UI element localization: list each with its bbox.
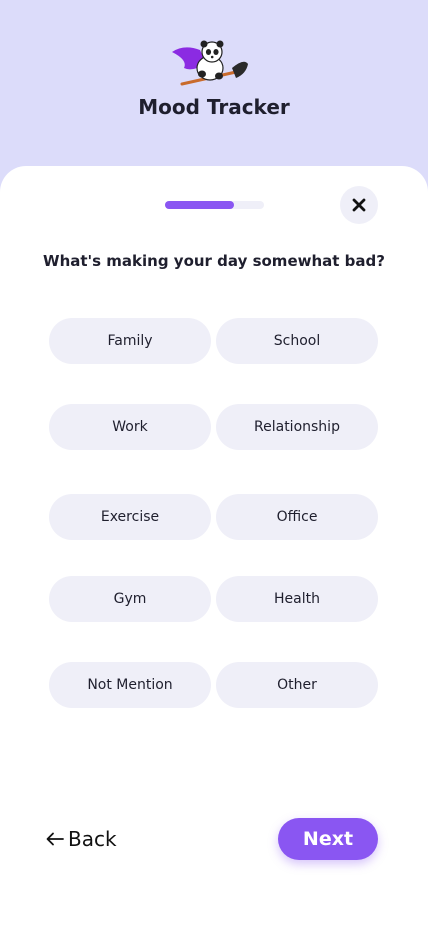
option-chip-other[interactable]: Other [216, 662, 378, 708]
close-button[interactable] [340, 186, 378, 224]
close-icon [352, 198, 366, 212]
option-chip-exercise[interactable]: Exercise [49, 494, 211, 540]
option-chip-school[interactable]: School [216, 318, 378, 364]
option-chip-office[interactable]: Office [216, 494, 378, 540]
option-chip-relationship[interactable]: Relationship [216, 404, 378, 450]
option-chip-not-mention[interactable]: Not Mention [49, 662, 211, 708]
option-chip-family[interactable]: Family [49, 318, 211, 364]
option-chip-gym[interactable]: Gym [49, 576, 211, 622]
option-chip-work[interactable]: Work [49, 404, 211, 450]
back-button[interactable]: Back [46, 826, 117, 852]
arrow-left-icon [46, 832, 64, 846]
panda-logo-icon [172, 40, 248, 86]
app-title: Mood Tracker [138, 95, 290, 119]
next-button[interactable]: Next [278, 818, 378, 860]
question-text: What's making your day somewhat bad? [43, 252, 385, 270]
progress-bar [165, 201, 264, 209]
header: Mood Tracker [0, 0, 428, 170]
progress-fill [165, 201, 235, 209]
back-label: Back [68, 827, 117, 851]
option-chip-health[interactable]: Health [216, 576, 378, 622]
question-sheet: What's making your day somewhat bad? Fam… [0, 166, 428, 926]
